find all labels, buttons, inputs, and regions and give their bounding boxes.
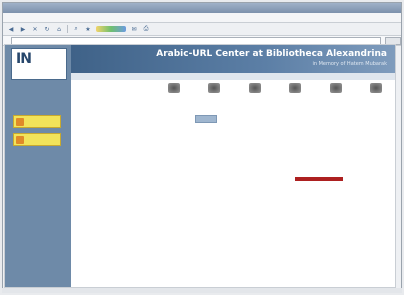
pictogram-item[interactable]	[246, 83, 264, 99]
toolbar-divider	[67, 25, 68, 33]
sidebar-button-2[interactable]	[13, 133, 61, 146]
forward-icon[interactable]: ▶	[19, 25, 27, 33]
refresh-icon[interactable]: ↻	[43, 25, 51, 33]
home-icon[interactable]: ⌂	[55, 25, 63, 33]
logo-text: IN	[16, 51, 32, 67]
menu-bar	[3, 13, 401, 23]
sidebar-button-1[interactable]	[13, 115, 61, 128]
print-icon[interactable]: ⎙	[142, 25, 150, 33]
orange-document-icon	[16, 135, 24, 144]
site-sidebar: IN	[5, 45, 71, 287]
favorites-icon[interactable]: ★	[84, 25, 92, 33]
toolbar-icons-strip[interactable]	[96, 26, 126, 32]
site-header: Arabic-URL Center at Bibliotheca Alexand…	[71, 45, 395, 73]
highlight-bar	[295, 177, 343, 181]
submit-button[interactable]	[195, 115, 217, 123]
search-icon[interactable]: ⌕	[72, 25, 80, 33]
status-bar	[2, 288, 402, 293]
glyph-icon	[369, 83, 382, 93]
web-page: IN Arabic-URL Center at Bibliotheca Alex…	[4, 44, 396, 288]
glyph-icon	[289, 83, 302, 93]
mail-icon[interactable]: ✉	[130, 25, 138, 33]
glyph-icon	[168, 83, 180, 93]
site-subnav[interactable]	[71, 73, 395, 80]
glyph-icon	[329, 83, 342, 93]
browser-toolbar: ◀ ▶ ✕ ↻ ⌂ ⌕ ★ ✉ ⎙	[3, 23, 401, 36]
pictogram-item[interactable]	[205, 83, 223, 99]
stop-icon[interactable]: ✕	[31, 25, 39, 33]
site-title: Arabic-URL Center at Bibliotheca Alexand…	[156, 49, 387, 59]
window-titlebar	[3, 3, 401, 13]
glyph-icon	[208, 83, 221, 93]
pictogram-item[interactable]	[286, 83, 304, 99]
pictogram-item[interactable]	[367, 83, 385, 99]
site-subtitle: in Memory of Hatem Mubarak	[312, 61, 387, 67]
back-icon[interactable]: ◀	[7, 25, 15, 33]
glyph-icon	[248, 83, 261, 93]
pictogram-row	[165, 83, 385, 99]
pictogram-item[interactable]	[165, 83, 183, 99]
site-logo[interactable]: IN	[11, 48, 67, 80]
pictogram-item[interactable]	[327, 83, 345, 99]
orange-document-icon	[16, 117, 24, 126]
